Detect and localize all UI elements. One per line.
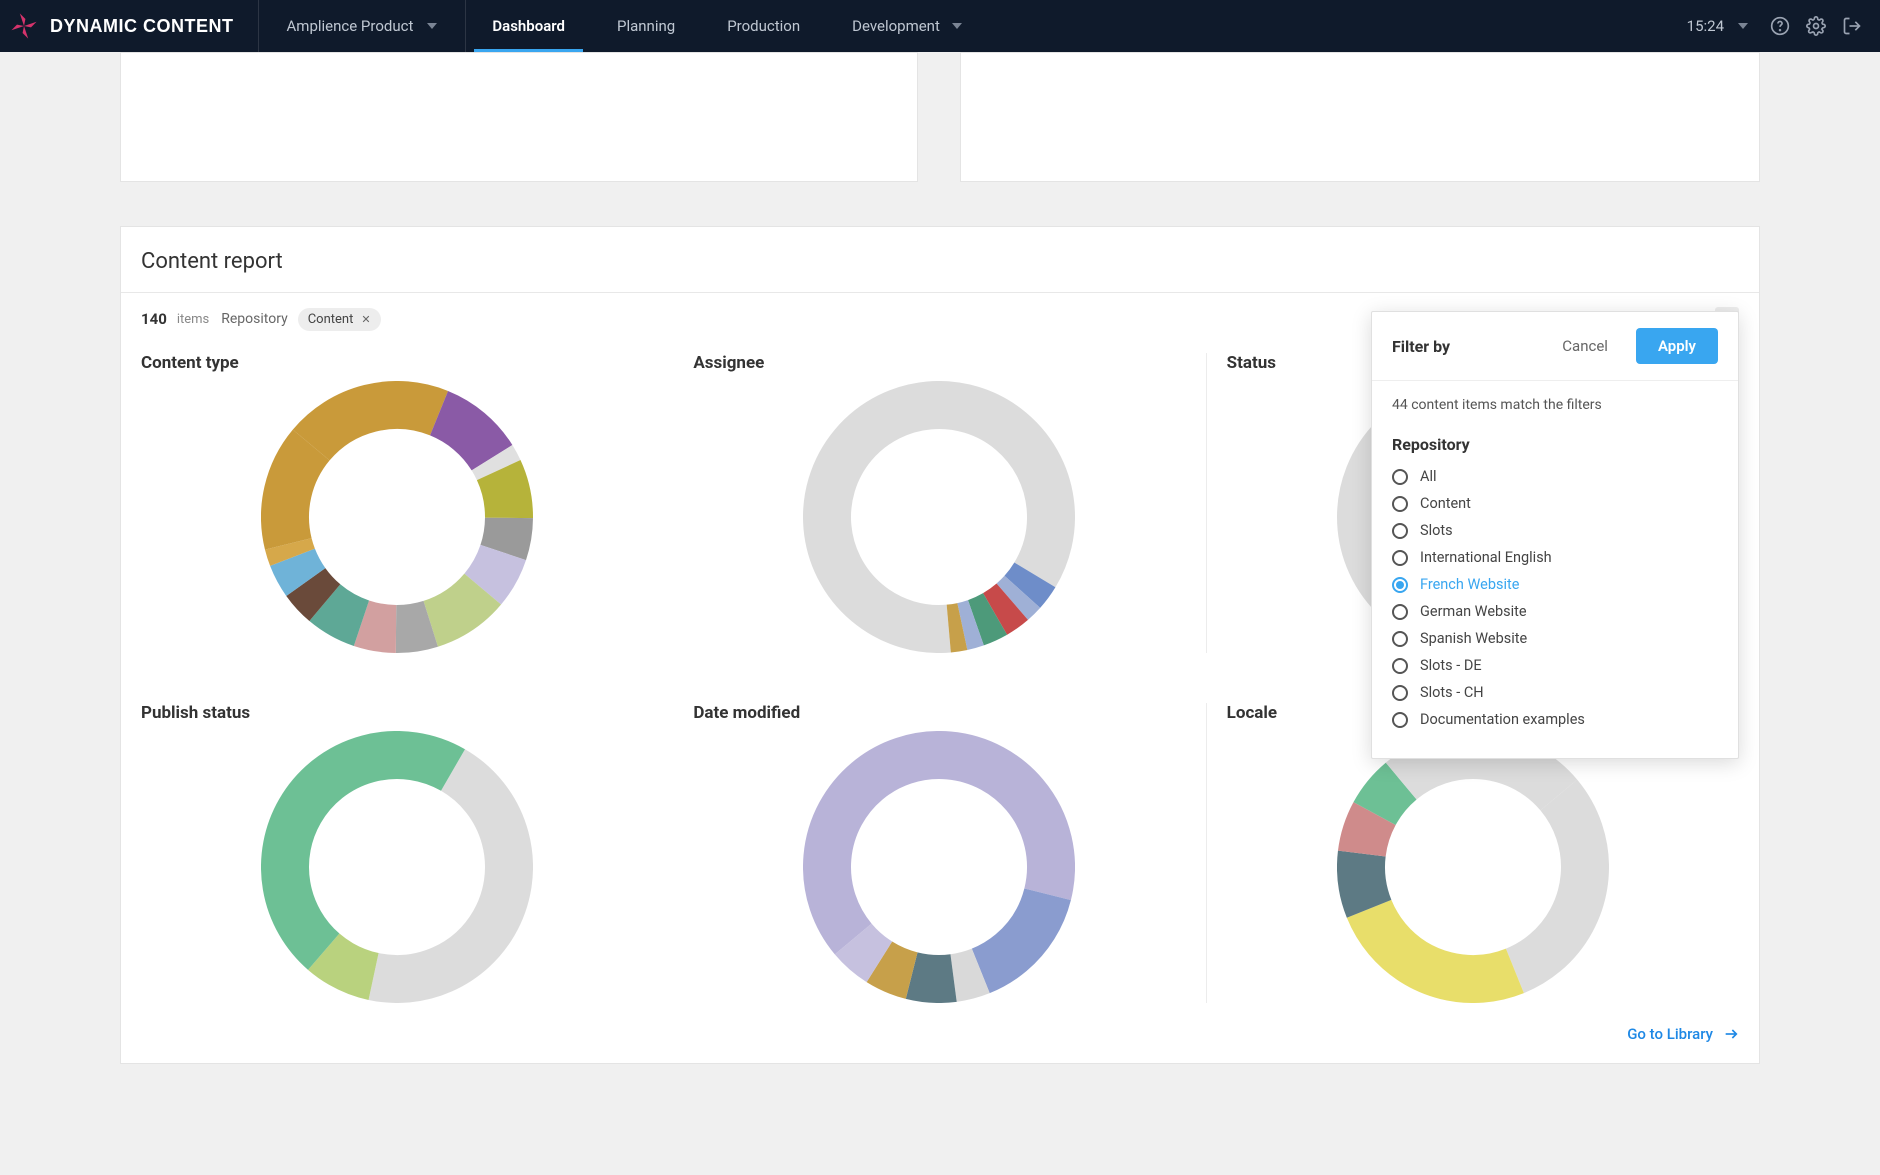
repository-radio-option[interactable]: Spanish Website [1392, 630, 1718, 647]
radio-label: German Website [1420, 603, 1527, 620]
repository-radio-option[interactable]: Slots [1392, 522, 1718, 539]
radio-icon [1392, 712, 1408, 728]
donut-chart [261, 731, 533, 1003]
chart-title: Date modified [693, 703, 1185, 723]
filter-popover: Filter by Cancel Apply 44 content items … [1371, 311, 1739, 759]
radio-label: International English [1420, 549, 1552, 566]
radio-label: All [1420, 468, 1437, 485]
donut-chart [1337, 731, 1609, 1003]
hub-selector[interactable]: Amplience Product [259, 0, 467, 52]
content-report-card: Content report 140 items Repository Cont… [120, 226, 1760, 1064]
chevron-down-icon [1738, 23, 1748, 29]
filter-apply-button[interactable]: Apply [1636, 328, 1718, 364]
radio-icon [1392, 685, 1408, 701]
chart-title: Content type [141, 353, 653, 373]
repository-radio-option[interactable]: German Website [1392, 603, 1718, 620]
settings-button[interactable] [1798, 8, 1834, 44]
radio-icon [1392, 658, 1408, 674]
help-icon [1770, 16, 1790, 36]
brand-text: DYNAMIC CONTENT [50, 16, 234, 37]
filter-section-title: Repository [1392, 435, 1718, 454]
radio-icon [1392, 469, 1408, 485]
chevron-down-icon [952, 23, 962, 29]
items-label: items [177, 312, 209, 327]
main-tabs: Dashboard Planning Production Developmen… [466, 0, 988, 52]
radio-label: Slots [1420, 522, 1453, 539]
chart-title: Assignee [693, 353, 1185, 373]
repository-radio-option[interactable]: Content [1392, 495, 1718, 512]
amplience-logo-icon [10, 12, 38, 40]
radio-label: Slots - DE [1420, 657, 1482, 674]
tab-dashboard[interactable]: Dashboard [466, 0, 591, 52]
clock-selector[interactable]: 15:24 [1673, 17, 1762, 35]
donut-chart [803, 381, 1075, 653]
repository-radio-option[interactable]: International English [1392, 549, 1718, 566]
chip-label: Content [308, 312, 354, 327]
go-to-library-label: Go to Library [1627, 1025, 1713, 1043]
filter-cancel-button[interactable]: Cancel [1548, 329, 1622, 363]
repository-radio-option[interactable]: French Website [1392, 576, 1718, 593]
tab-production[interactable]: Production [701, 0, 826, 52]
radio-label: Spanish Website [1420, 630, 1527, 647]
repository-radio-list: All Content Slots International English Fren… [1392, 468, 1718, 728]
radio-icon [1392, 550, 1408, 566]
placeholder-card-right [960, 52, 1760, 182]
chart-cell: Publish status [141, 703, 673, 1003]
radio-icon [1392, 577, 1408, 593]
report-title: Content report [121, 227, 1759, 293]
tab-development[interactable]: Development [826, 0, 988, 52]
donut-chart [261, 381, 533, 653]
chart-cell: Date modified [673, 703, 1205, 1003]
brand-area: DYNAMIC CONTENT [10, 0, 259, 52]
radio-label: French Website [1420, 576, 1519, 593]
placeholder-card-left [120, 52, 918, 182]
item-count: 140 [141, 310, 167, 328]
repository-label: Repository [221, 311, 287, 327]
hub-name: Amplience Product [287, 17, 414, 35]
radio-icon [1392, 523, 1408, 539]
repository-radio-option[interactable]: Documentation examples [1392, 711, 1718, 728]
close-icon: ✕ [361, 313, 370, 326]
radio-label: Documentation examples [1420, 711, 1585, 728]
radio-icon [1392, 496, 1408, 512]
logout-button[interactable] [1834, 8, 1870, 44]
chart-cell: Assignee [673, 353, 1205, 653]
radio-label: Slots - CH [1420, 684, 1484, 701]
filter-title: Filter by [1392, 337, 1450, 356]
repository-radio-option[interactable]: All [1392, 468, 1718, 485]
filter-match-text: 44 content items match the filters [1392, 397, 1718, 413]
radio-icon [1392, 604, 1408, 620]
radio-label: Content [1420, 495, 1471, 512]
chart-cell: Content type [141, 353, 673, 653]
go-to-library-link[interactable]: Go to Library [1627, 1025, 1739, 1043]
radio-icon [1392, 631, 1408, 647]
filter-chip-content[interactable]: Content ✕ [298, 308, 381, 331]
repository-radio-option[interactable]: Slots - CH [1392, 684, 1718, 701]
chevron-down-icon [427, 23, 437, 29]
repository-radio-option[interactable]: Slots - DE [1392, 657, 1718, 674]
logout-icon [1842, 16, 1862, 36]
tab-planning[interactable]: Planning [591, 0, 701, 52]
arrow-right-icon [1723, 1026, 1739, 1042]
top-navbar: DYNAMIC CONTENT Amplience Product Dashbo… [0, 0, 1880, 52]
chart-title: Publish status [141, 703, 653, 723]
donut-chart [803, 731, 1075, 1003]
gear-icon [1806, 16, 1826, 36]
help-button[interactable] [1762, 8, 1798, 44]
clock-time: 15:24 [1687, 17, 1724, 35]
